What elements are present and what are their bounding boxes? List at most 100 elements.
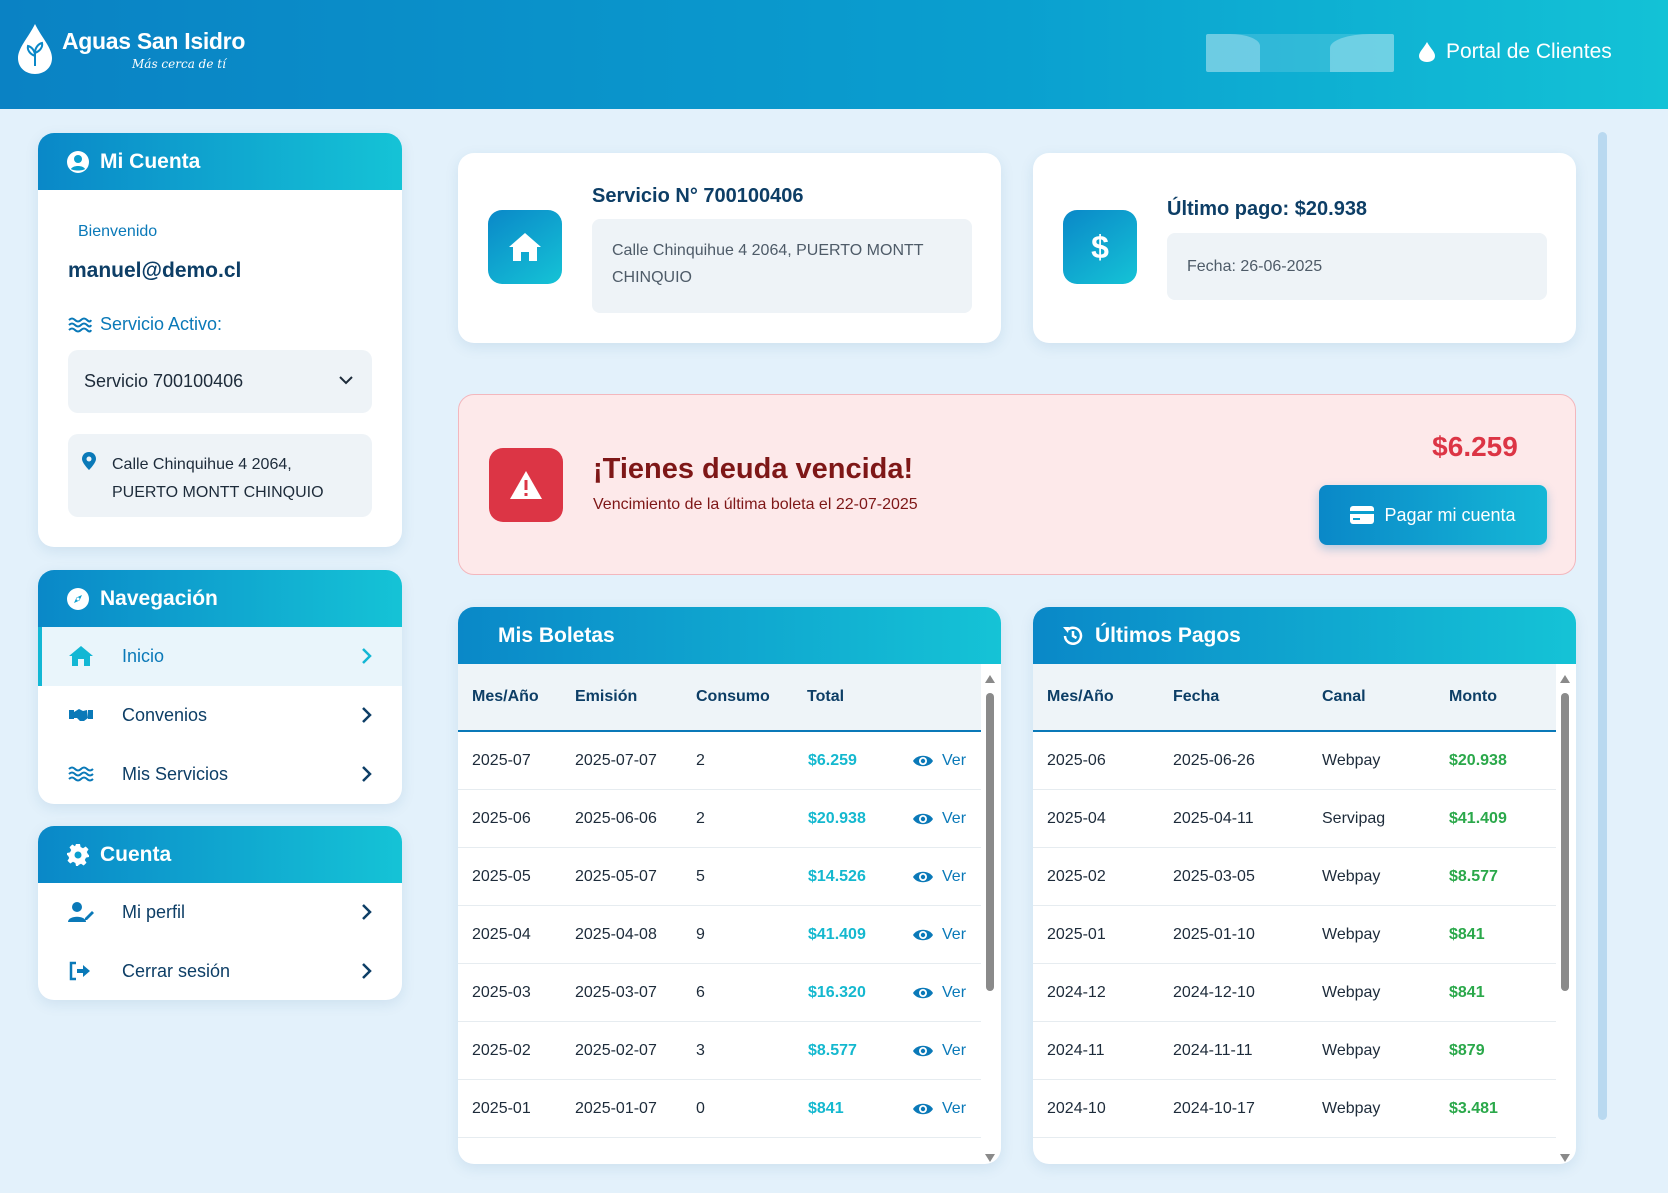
eye-icon xyxy=(913,813,933,825)
bill-total: $841 xyxy=(808,1100,844,1117)
brand-logo[interactable]: Aguas San Isidro Más cerca de tí xyxy=(16,22,245,76)
bill-issue-date: 2025-04-08 xyxy=(575,926,657,943)
active-service-label: Servicio Activo: xyxy=(68,314,222,335)
service-select[interactable]: Servicio 700100406 xyxy=(68,350,372,413)
address-line-2: PUERTO MONTT CHINQUIO xyxy=(112,484,324,501)
payment-date: 2024-11-11 xyxy=(1173,1042,1253,1059)
pay-account-button[interactable]: Pagar mi cuenta xyxy=(1319,485,1547,545)
account-card-title: Mi Cuenta xyxy=(100,149,201,173)
eye-icon xyxy=(913,987,933,999)
view-bill-button[interactable]: Ver xyxy=(912,964,966,1022)
chevron-right-icon xyxy=(362,707,372,723)
table-row: 2025-04 2025-04-08 9 $41.409 Ver xyxy=(458,906,981,964)
brand-name: Aguas San Isidro xyxy=(62,27,246,54)
service-info-card: Servicio N° 700100406 Calle Chinquihue 4… xyxy=(458,153,1001,343)
navigation-card: Navegación Inicio Convenios Mis Servicio… xyxy=(38,570,402,804)
portal-title: Portal de Clientes xyxy=(1418,40,1612,64)
payment-period: 2025-06 xyxy=(1047,752,1106,769)
navigation-card-header: Navegación xyxy=(38,570,402,627)
column-header: Total xyxy=(807,688,845,705)
payment-date: 2024-12-10 xyxy=(1173,984,1255,1001)
eye-icon xyxy=(913,1103,933,1115)
column-header: Consumo xyxy=(696,688,770,705)
table-row: 2024-11 2024-11-11 Webpay $879 xyxy=(1033,1022,1556,1080)
payments-scrollbar[interactable] xyxy=(1558,671,1572,1164)
bill-period: 2025-02 xyxy=(472,1042,531,1059)
table-row: 2025-05 2025-05-07 5 $14.526 Ver xyxy=(458,848,981,906)
payment-period: 2025-01 xyxy=(1047,926,1106,943)
cuenta-card-title: Cuenta xyxy=(100,842,172,866)
payment-amount: $841 xyxy=(1449,926,1485,943)
bill-consumption: 9 xyxy=(696,926,705,943)
table-row: 2024-12 2024-12-10 Webpay $841 xyxy=(1033,964,1556,1022)
payments-card: Últimos Pagos Mes/Año Fecha Canal Monto … xyxy=(1033,607,1576,1164)
view-label: Ver xyxy=(942,810,967,827)
payments-table-body: 2025-06 2025-06-26 Webpay $20.938 2025-04 202… xyxy=(1033,732,1556,1138)
compass-icon xyxy=(67,587,89,610)
payment-period: 2024-10 xyxy=(1047,1100,1106,1117)
nav-item-convenios[interactable]: Convenios xyxy=(38,686,402,745)
cuenta-card-header: Cuenta xyxy=(38,826,402,883)
user-edit-icon xyxy=(68,902,94,922)
bill-consumption: 5 xyxy=(696,868,705,885)
table-row: 2025-02 2025-03-05 Webpay $8.577 xyxy=(1033,848,1556,906)
column-header: Emisión xyxy=(575,688,638,705)
view-bill-button[interactable]: Ver xyxy=(912,1080,966,1138)
bill-consumption: 2 xyxy=(696,810,705,827)
selected-service: Servicio 700100406 xyxy=(84,371,244,391)
payment-amount: $41.409 xyxy=(1449,810,1507,827)
chevron-right-icon xyxy=(362,963,372,979)
eye-icon xyxy=(913,929,933,941)
payment-period: 2024-11 xyxy=(1047,1042,1105,1059)
bills-scrollbar[interactable] xyxy=(983,671,997,1164)
payment-channel: Webpay xyxy=(1322,1042,1381,1059)
bill-period: 2025-01 xyxy=(472,1100,531,1117)
payment-date: 2025-03-05 xyxy=(1173,868,1255,885)
payments-card-title: Últimos Pagos xyxy=(1095,623,1241,647)
view-bill-button[interactable]: Ver xyxy=(912,790,966,848)
bill-total: $8.577 xyxy=(808,1042,857,1059)
bills-table: Mes/Año Emisión Consumo Total 2025-07 202… xyxy=(458,664,981,1164)
bills-card-title: Mis Boletas xyxy=(498,623,615,647)
column-header: Monto xyxy=(1449,688,1497,705)
payment-channel: Webpay xyxy=(1322,1100,1381,1117)
water-icon xyxy=(68,766,94,782)
view-bill-button[interactable]: Ver xyxy=(912,906,966,964)
header-decoration xyxy=(1206,34,1394,72)
bill-period: 2025-06 xyxy=(472,810,531,827)
bill-issue-date: 2025-03-07 xyxy=(575,984,657,1001)
bill-total: $16.320 xyxy=(808,984,866,1001)
view-bill-button[interactable]: Ver xyxy=(912,1022,966,1080)
bill-issue-date: 2025-01-07 xyxy=(575,1100,657,1117)
chevron-right-icon xyxy=(362,766,372,782)
bill-issue-date: 2025-07-07 xyxy=(575,752,657,769)
warning-icon xyxy=(510,471,542,499)
debt-amount: $6.259 xyxy=(1432,431,1518,462)
service-address: Calle Chinquihue 4 2064, PUERTO MONTT CH… xyxy=(68,434,372,517)
view-bill-button[interactable]: Ver xyxy=(912,732,966,790)
page-scrollbar[interactable] xyxy=(1598,132,1607,1120)
bill-consumption: 3 xyxy=(696,1042,705,1059)
map-pin-icon xyxy=(82,452,96,470)
payment-amount: $879 xyxy=(1449,1042,1485,1059)
column-header: Canal xyxy=(1322,688,1366,705)
bill-consumption: 2 xyxy=(696,752,705,769)
nav-item-mi-perfil[interactable]: Mi perfil xyxy=(38,883,402,942)
debt-due-date: Vencimiento de la última boleta el 22-07… xyxy=(593,496,918,513)
last-payment-title: Último pago: $20.938 xyxy=(1167,198,1368,220)
view-bill-button[interactable]: Ver xyxy=(912,848,966,906)
payments-card-header: Últimos Pagos xyxy=(1033,607,1576,664)
payment-tile: $ xyxy=(1063,210,1137,284)
payment-period: 2024-12 xyxy=(1047,984,1106,1001)
bill-total: $6.259 xyxy=(808,752,857,769)
nav-item-mis-servicios[interactable]: Mis Servicios xyxy=(38,745,402,804)
bill-period: 2025-05 xyxy=(472,868,531,885)
view-label: Ver xyxy=(942,752,967,769)
cuenta-card: Cuenta Mi perfil Cerrar sesión xyxy=(38,826,402,1000)
nav-item-cerrar-sesion[interactable]: Cerrar sesión xyxy=(38,942,402,1000)
nav-item-inicio[interactable]: Inicio xyxy=(38,627,402,686)
dollar-icon: $ xyxy=(1091,229,1109,265)
history-icon xyxy=(1063,626,1083,645)
table-row: 2025-04 2025-04-11 Servipag $41.409 xyxy=(1033,790,1556,848)
credit-card-icon xyxy=(1350,506,1375,524)
